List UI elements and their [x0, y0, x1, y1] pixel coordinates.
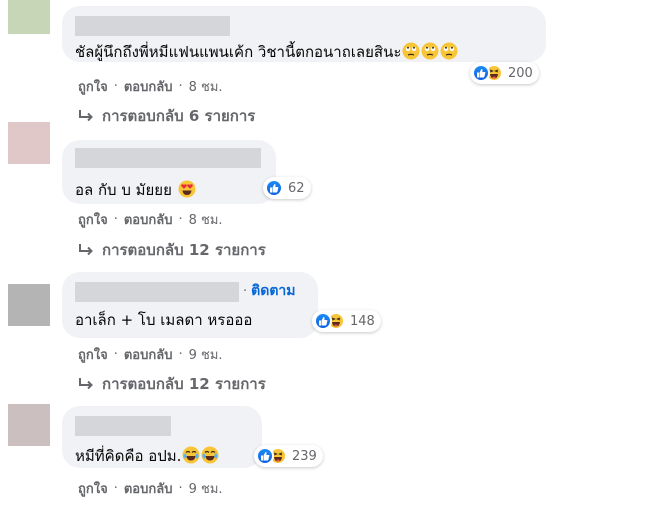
like-icon	[314, 312, 332, 330]
separator-dot: ·	[178, 481, 183, 496]
reaction-summary[interactable]: 62	[263, 177, 311, 199]
separator-dot: ·	[113, 347, 118, 362]
follow-button[interactable]: ติดตาม	[251, 280, 295, 302]
reply-arrow-icon	[79, 378, 93, 390]
comment-bubble: · ติดตาม อาเล็ก + โบ เมลดา หรอออ	[62, 272, 318, 338]
reaction-count: 62	[288, 180, 305, 196]
separator-dot: ·	[113, 79, 118, 94]
comment-actions: ถูกใจ · ตอบกลับ · 9 ชม.	[78, 478, 223, 499]
reaction-summary[interactable]: 239	[254, 445, 323, 467]
tears-of-joy-emoji	[201, 446, 219, 469]
separator-dot: ·	[113, 212, 118, 227]
reaction-summary[interactable]: 200	[470, 62, 539, 84]
reply-arrow-icon	[79, 110, 93, 122]
comment-bubble: หมีที่คิดคือ อปม.	[62, 406, 262, 468]
timestamp[interactable]: 9 ชม.	[189, 478, 223, 499]
comment-actions: ถูกใจ · ตอบกลับ · 8 ชม.	[78, 209, 223, 230]
reply-link[interactable]: ตอบกลับ	[124, 344, 173, 365]
reaction-count: 239	[292, 448, 317, 464]
commenter-name-redacted[interactable]	[75, 148, 261, 168]
reply-link[interactable]: ตอบกลับ	[124, 478, 173, 499]
like-link[interactable]: ถูกใจ	[78, 478, 108, 499]
comment-text: ชัลผู้นึกถึงพี่หมีแฟนแพนเค้ก วิชานี้ตกอน…	[75, 43, 402, 61]
eyes-rolling-emoji	[402, 42, 420, 65]
like-link[interactable]: ถูกใจ	[78, 344, 108, 365]
replies-label: การตอบกลับ 12 รายการ	[102, 375, 266, 393]
commenter-name-redacted[interactable]	[75, 416, 171, 436]
separator-dot: ·	[178, 212, 183, 227]
commenter-avatar[interactable]	[8, 404, 50, 446]
like-link[interactable]: ถูกใจ	[78, 76, 108, 97]
reaction-count: 148	[350, 313, 375, 329]
separator-dot: ·	[178, 347, 183, 362]
eyes-rolling-emoji	[421, 42, 439, 65]
commenter-avatar[interactable]	[8, 122, 50, 164]
commenter-name-redacted[interactable]	[75, 16, 230, 36]
reaction-summary[interactable]: 148	[312, 310, 381, 332]
timestamp[interactable]: 8 ชม.	[189, 209, 223, 230]
separator-dot: ·	[113, 481, 118, 496]
view-replies-link[interactable]: การตอบกลับ 12 รายการ	[78, 372, 266, 396]
reply-arrow-icon	[79, 244, 93, 256]
comment-text: หมีที่คิดคือ อปม.	[75, 447, 182, 465]
replies-label: การตอบกลับ 6 รายการ	[102, 107, 256, 125]
comment-bubble: อล กับ บ มัยยย	[62, 140, 276, 204]
like-icon	[472, 64, 490, 82]
heart-eyes-emoji	[178, 180, 196, 203]
reaction-count: 200	[508, 65, 533, 81]
reply-link[interactable]: ตอบกลับ	[124, 209, 173, 230]
reply-link[interactable]: ตอบกลับ	[124, 76, 173, 97]
comment-actions: ถูกใจ · ตอบกลับ · 9 ชม.	[78, 344, 223, 365]
comment-bubble: ชัลผู้นึกถึงพี่หมีแฟนแพนเค้ก วิชานี้ตกอน…	[62, 6, 546, 62]
commenter-avatar[interactable]	[8, 0, 50, 34]
comment-thread: ชัลผู้นึกถึงพี่หมีแฟนแพนเค้ก วิชานี้ตกอน…	[0, 0, 671, 506]
tears-of-joy-emoji	[182, 446, 200, 469]
separator-dot: ·	[178, 79, 183, 94]
comment-text: อล กับ บ มัยยย	[75, 181, 172, 199]
replies-label: การตอบกลับ 12 รายการ	[102, 241, 266, 259]
commenter-name-redacted[interactable]	[75, 282, 239, 302]
separator-dot: ·	[243, 283, 248, 299]
eyes-rolling-emoji	[440, 42, 458, 65]
view-replies-link[interactable]: การตอบกลับ 12 รายการ	[78, 238, 266, 262]
comment-text: อาเล็ก + โบ เมลดา หรอออ	[75, 311, 253, 329]
like-link[interactable]: ถูกใจ	[78, 209, 108, 230]
like-icon	[256, 447, 274, 465]
view-replies-link[interactable]: การตอบกลับ 6 รายการ	[78, 104, 255, 128]
timestamp[interactable]: 8 ชม.	[189, 76, 223, 97]
timestamp[interactable]: 9 ชม.	[189, 344, 223, 365]
like-icon	[265, 179, 283, 197]
commenter-avatar[interactable]	[8, 284, 50, 326]
comment-actions: ถูกใจ · ตอบกลับ · 8 ชม.	[78, 76, 223, 97]
